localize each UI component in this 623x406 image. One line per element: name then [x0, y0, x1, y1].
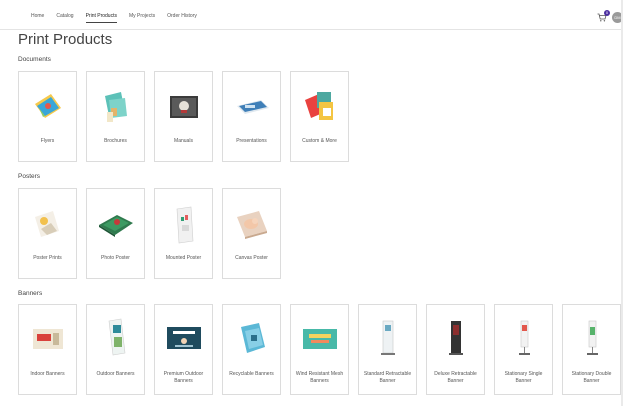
product-card-premium-outdoor-banners[interactable]: Premium Outdoor Banners [154, 304, 213, 395]
brochures-image [105, 92, 127, 122]
product-card-indoor-banners[interactable]: Indoor Banners [18, 304, 77, 395]
premium-outdoor-banners-image [167, 327, 201, 349]
card-label: Photo Poster [101, 255, 130, 261]
product-card-standard-retractable[interactable]: Standard Retractable Banner [358, 304, 417, 395]
deluxe-retractable-image [449, 321, 463, 355]
outdoor-banners-image [108, 318, 126, 356]
product-card-recyclable-banners[interactable]: Recyclable Banners [222, 304, 281, 395]
indoor-banners-image [33, 329, 63, 349]
flyers-image [35, 94, 61, 118]
product-card-photo-poster[interactable]: Photo Poster [86, 188, 145, 279]
card-label: Stationary Double Banner [571, 371, 612, 384]
poster-prints-image [35, 211, 59, 237]
product-card-deluxe-retractable[interactable]: Deluxe Retractable Banner [426, 304, 485, 395]
mesh-banners-image [303, 329, 337, 349]
product-card-stationary-double[interactable]: Stationary Double Banner [562, 304, 621, 395]
card-label: Indoor Banners [30, 371, 65, 377]
page-title: Print Products [18, 31, 113, 48]
product-card-stationary-single[interactable]: Stationary Single Banner [494, 304, 553, 395]
nav-order-history[interactable]: Order History [167, 13, 197, 23]
card-label: Mounted Poster [165, 255, 202, 261]
card-label: Manuals [174, 138, 193, 144]
canvas-poster-image [237, 211, 267, 239]
nav-print-products[interactable]: Print Products [85, 13, 117, 23]
standard-retractable-image [381, 320, 395, 355]
recyclable-banners-image [241, 323, 265, 353]
product-card-custom-more[interactable]: Custom & More [290, 71, 349, 162]
product-card-presentations[interactable]: Presentations [222, 71, 281, 162]
product-card-flyers[interactable]: Flyers [18, 71, 77, 162]
card-label: Standard Retractable Banner [363, 371, 412, 384]
presentations-image [237, 100, 269, 114]
product-card-mounted-poster[interactable]: Mounted Poster [154, 188, 213, 279]
card-label: Outdoor Banners [96, 371, 135, 377]
card-label: Presentations [236, 138, 267, 144]
stationary-single-image [519, 320, 530, 355]
product-card-canvas-poster[interactable]: Canvas Poster [222, 188, 281, 279]
custom-more-image [305, 92, 333, 120]
card-label: Deluxe Retractable Banner [434, 371, 477, 384]
card-label: Recyclable Banners [229, 371, 274, 377]
product-card-outdoor-banners[interactable]: Outdoor Banners [86, 304, 145, 395]
section-title-banners: Banners [18, 290, 43, 297]
mounted-poster-image [176, 206, 194, 244]
card-label: Stationary Single Banner [504, 371, 543, 384]
manuals-image [170, 96, 198, 118]
nav-home[interactable]: Home [31, 13, 44, 23]
product-card-poster-prints[interactable]: Poster Prints [18, 188, 77, 279]
card-label: Wind Resistant Mesh Banners [295, 371, 344, 384]
stationary-double-image [587, 320, 598, 355]
nav-catalog[interactable]: Catalog [56, 13, 73, 23]
cart-count-badge: 0 [604, 10, 610, 16]
card-label: Poster Prints [33, 255, 62, 261]
card-label: Custom & More [302, 138, 337, 144]
card-label: Brochures [104, 138, 127, 144]
product-card-manuals[interactable]: Manuals [154, 71, 213, 162]
top-navigation: Home Catalog Print Products My Projects … [0, 0, 623, 30]
nav-menu: Home Catalog Print Products My Projects … [31, 13, 209, 23]
card-label: Premium Outdoor Banners [163, 371, 204, 384]
product-card-mesh-banners[interactable]: Wind Resistant Mesh Banners [290, 304, 349, 395]
product-card-brochures[interactable]: Brochures [86, 71, 145, 162]
nav-my-projects[interactable]: My Projects [129, 13, 155, 23]
section-title-documents: Documents [18, 56, 51, 63]
section-title-posters: Posters [18, 173, 41, 180]
card-label: Canvas Poster [235, 255, 268, 261]
photo-poster-image [99, 215, 133, 237]
card-label: Flyers [40, 138, 55, 144]
